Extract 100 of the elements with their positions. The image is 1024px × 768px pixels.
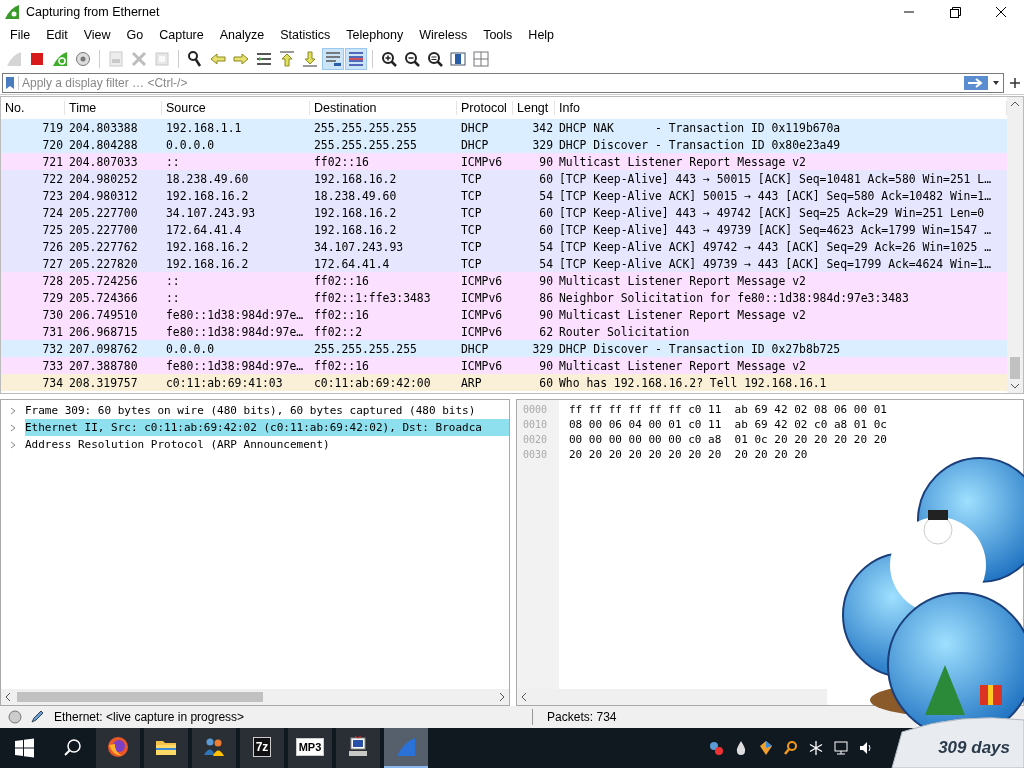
menu-item[interactable]: Capture [151,28,212,42]
table-cell-text: 54 [538,256,554,271]
table-cell-text: 206.968715 [68,324,139,339]
packet-row[interactable]: 729 205.724366 :: ff02::1:ffe3:3483 ICMPv6 86 Neighbor Solicitation for fe80::1d38:984d:97e3:3483 [1,289,1007,306]
display-filter-bar[interactable]: Apply a display filter … <Ctrl-/> [2,73,1004,93]
table-cell-text: 204.980252 [68,171,139,186]
shield-icon[interactable] [758,740,774,756]
byte-offset: 0020 [523,433,549,447]
snowflake-icon[interactable] [808,740,824,756]
taskbar-app-button[interactable] [336,728,380,768]
add-icon[interactable] [1008,76,1022,90]
menu-item[interactable]: Analyze [211,28,273,42]
vertical-scrollbar[interactable] [1007,97,1023,393]
table-cell-text: 54 [538,188,554,203]
horizontal-scrollbar[interactable] [517,689,827,705]
zoom-out-icon [403,50,421,68]
magnifier-icon[interactable] [783,740,799,756]
menu-item[interactable]: Edit [38,28,76,42]
speaker-icon[interactable] [858,740,874,756]
table-cell-text: 720 [41,137,64,152]
menu-item[interactable]: View [75,28,119,42]
hex-bytes: 00 00 00 00 00 00 c0 a8 01 0c 20 20 20 20 20 20 [569,432,887,447]
table-cell-text: 90 [538,273,554,288]
table-cell-text: 204.803388 [68,120,139,135]
table-cell-text: Who has 192.168.16.2? Tell 192.168.16.1 [558,375,828,390]
table-cell-text: DHCP [460,341,490,356]
packet-row[interactable]: 722 204.980252 18.238.49.60 192.168.16.2 TCP 60 [TCP Keep-Alive] 443 → 50015 [ACK] Seq=10481 Ack=580 Win=251 L… [1,170,1007,187]
packet-row[interactable]: 728 205.724256 :: ff02::16 ICMPv6 90 Multicast Listener Report Message v2 [1,272,1007,289]
tree-item[interactable]: Address Resolution Protocol (ARP Announcement) [25,436,334,453]
table-cell-text: ff02::16 [313,358,370,373]
table-cell-text: ff02::16 [313,154,370,169]
table-cell-text: 62 [538,324,554,339]
column-header[interactable]: Destination [310,101,457,115]
table-cell-text: Neighbor Solicitation for fe80::1d38:984d:97e3:3483 [558,290,910,305]
column-header[interactable]: Protocol [457,101,513,115]
packet-row[interactable]: 731 206.968715 fe80::1d38:984d:97e… ff02::2 ICMPv6 62 Router Solicitation [1,323,1007,340]
table-cell-text: Multicast Listener Report Message v2 [558,307,807,322]
column-header[interactable]: Lengt [513,101,555,115]
taskbar-app-button[interactable] [144,728,188,768]
taskbar-app-button[interactable]: MP3 [288,728,332,768]
menu-item[interactable]: Tools [475,28,521,42]
restart-icon [51,50,69,68]
table-cell-text: TCP [460,222,483,237]
packet-row[interactable]: 719 204.803388 192.168.1.1 255.255.255.255 DHCP 342 DHCP NAK - Transaction ID 0x119b670a [1,119,1007,136]
tree-item[interactable]: Ethernet II, Src: c0:11:ab:69:42:02 (c0:11:ab:69:42:02), Dst: Broadca [25,419,509,436]
table-cell-text: ff02::1:ffe3:3483 [313,290,432,305]
menu-item[interactable]: Wireless [411,28,476,42]
column-header[interactable]: No. [1,101,65,115]
packet-row[interactable]: 730 206.749510 fe80::1d38:984d:97e… ff02::16 ICMPv6 90 Multicast Listener Report Message v2 [1,306,1007,323]
packet-count-text: Packets: 734 [547,710,617,724]
horizontal-scrollbar[interactable] [1,689,509,705]
packet-row[interactable]: 724 205.227700 34.107.243.93 192.168.16.2 TCP 60 [TCP Keep-Alive] 443 → 49742 [ACK] Seq=25 Ack=29 Win=251 Len=0 [1,204,1007,221]
menu-item[interactable]: Statistics [272,28,339,42]
table-cell-text: ff02::16 [313,273,370,288]
packet-row[interactable]: 727 205.227820 192.168.16.2 172.64.41.4 TCP 54 [TCP Keep-Alive ACK] 49739 → 443 [ACK] Seq=1799 Ack=4624 Win=1… [1,255,1007,272]
fin-icon [394,735,418,759]
table-cell-text: 172.64.41.4 [313,256,391,271]
hex-bytes: ff ff ff ff ff ff c0 11 ab 69 42 02 08 06 00 01 [569,402,887,417]
scrollbar-thumb[interactable] [1010,357,1020,379]
status-indicator-icon [8,710,22,724]
table-cell-text: 733 [41,358,64,373]
network-icon[interactable] [833,740,849,756]
table-cell-text: 90 [538,307,554,322]
packet-row[interactable]: 720 204.804288 0.0.0.0 255.255.255.255 DHCP 329 DHCP Discover - Transaction ID 0x80e23a49 [1,136,1007,153]
packet-row[interactable]: 723 204.980312 192.168.16.2 18.238.49.60 TCP 54 [TCP Keep-Alive ACK] 50015 → 443 [ACK] Seq=580 Ack=10482 Win=1… [1,187,1007,204]
alert-icon[interactable] [708,740,724,756]
table-cell-text: 728 [41,273,64,288]
table-cell-text: 329 [531,341,554,356]
column-header[interactable]: Time [65,101,162,115]
scrollbar-thumb[interactable] [17,692,263,702]
menu-item[interactable]: Help [520,28,563,42]
table-cell-text: [TCP Keep-Alive] 443 → 50015 [ACK] Seq=10481 Ack=580 Win=251 L… [558,171,993,186]
table-cell-text: fe80::1d38:984d:97e… [165,358,305,373]
table-cell-text: [TCP Keep-Alive ACK] 49739 → 443 [ACK] Seq=1799 Ack=4624 Win=1… [558,256,993,271]
tree-item[interactable]: Frame 309: 60 bytes on wire (480 bits), 60 bytes captured (480 bits) [25,402,480,419]
zoom-reset-icon [426,50,444,68]
packet-row[interactable]: 732 207.098762 0.0.0.0 255.255.255.255 DHCP 329 DHCP Discover - Transaction ID 0x27b8b725 [1,340,1007,357]
column-header[interactable]: Source [162,101,310,115]
table-cell-text: TCP [460,205,483,220]
packet-row[interactable]: 721 204.807033 :: ff02::16 ICMPv6 90 Multicast Listener Report Message v2 [1,153,1007,170]
table-cell-text: :: [165,273,181,288]
table-cell-text: 724 [41,205,64,220]
pencil-icon[interactable] [30,710,46,724]
menu-item[interactable]: Telephony [338,28,412,42]
packet-row[interactable]: 726 205.227762 192.168.16.2 34.107.243.93 TCP 54 [TCP Keep-Alive ACK] 49742 → 443 [ACK] Seq=29 Ack=26 Win=1025 … [1,238,1007,255]
menu-item[interactable]: File [2,28,39,42]
taskbar-app-button[interactable]: 7z [240,728,284,768]
table-cell-text: 192.168.16.2 [165,256,250,271]
menu-item[interactable]: Go [118,28,152,42]
table-cell-text: 205.724366 [68,290,139,305]
table-cell-text: 60 [538,222,554,237]
packet-row[interactable]: 725 205.227700 172.64.41.4 192.168.16.2 TCP 60 [TCP Keep-Alive] 443 → 49739 [ACK] Seq=4623 Ack=1799 Win=1547 … [1,221,1007,238]
table-cell-text: [TCP Keep-Alive] 443 → 49742 [ACK] Seq=25 Ack=29 Win=251 Len=0 [558,205,986,220]
table-cell-text: TCP [460,188,483,203]
table-cell-text: 725 [41,222,64,237]
table-cell-text: 207.098762 [68,341,139,356]
taskbar-app-button[interactable] [96,728,140,768]
down-arrow-icon [301,50,319,68]
packet-row[interactable]: 734 208.319757 c0:11:ab:69:41:03 c0:11:ab:69:42:00 ARP 60 Who has 192.168.16.2? Tell 192.168.16.1 [1,374,1007,391]
packet-row[interactable]: 733 207.388780 fe80::1d38:984d:97e… ff02::16 ICMPv6 90 Multicast Listener Report Message v2 [1,357,1007,374]
